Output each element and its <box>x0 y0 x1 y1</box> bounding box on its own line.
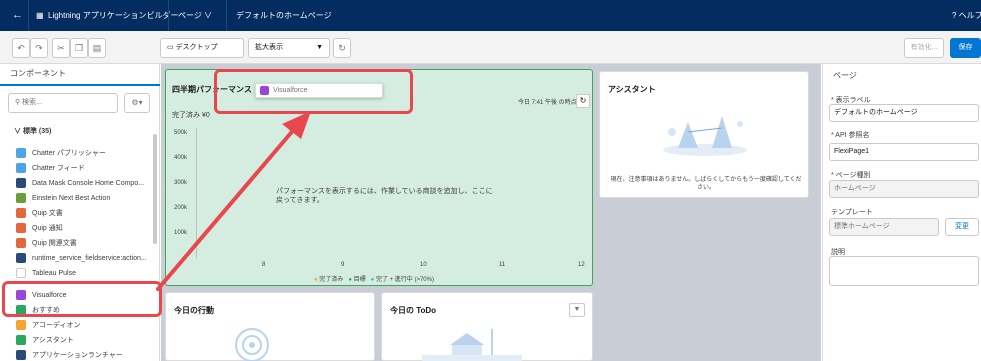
drag-arrow-icon <box>156 111 311 291</box>
